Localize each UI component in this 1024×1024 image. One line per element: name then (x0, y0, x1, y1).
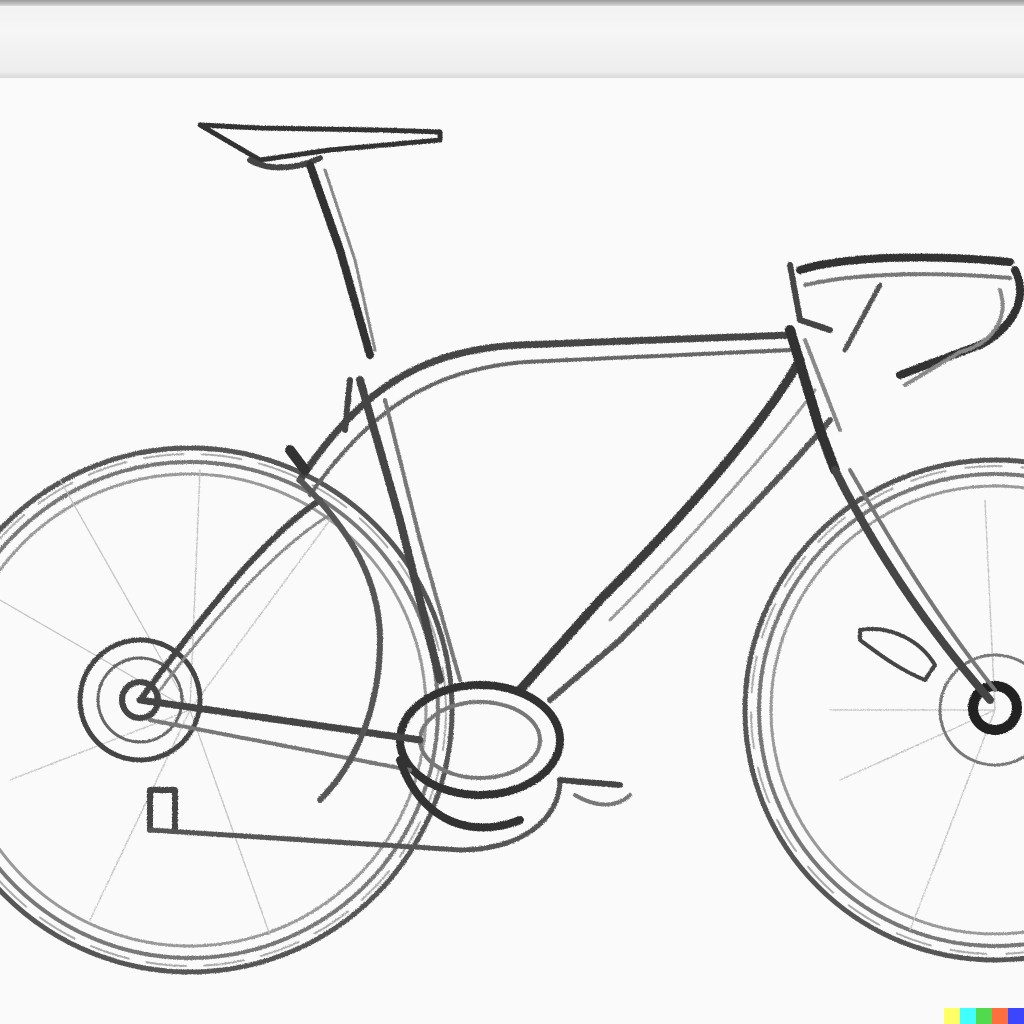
watermark-swatch-yellow (944, 1008, 960, 1024)
color-watermark (944, 1008, 1024, 1024)
watermark-swatch-orange (992, 1008, 1008, 1024)
bicycle-sketch (0, 122, 1024, 975)
watermark-swatch-green (976, 1008, 992, 1024)
watermark-swatch-blue (1008, 1008, 1024, 1024)
front-wheel (742, 457, 1024, 963)
brake-caliper (858, 627, 937, 682)
bike-frame (136, 325, 997, 803)
seat-assembly (197, 122, 443, 475)
stem (842, 282, 883, 353)
pedal (573, 793, 632, 807)
sketch-canvas (0, 0, 1024, 1024)
crank-arm (557, 777, 623, 788)
handlebar-assembly (787, 253, 1024, 387)
watermark-swatch-cyan (960, 1008, 976, 1024)
